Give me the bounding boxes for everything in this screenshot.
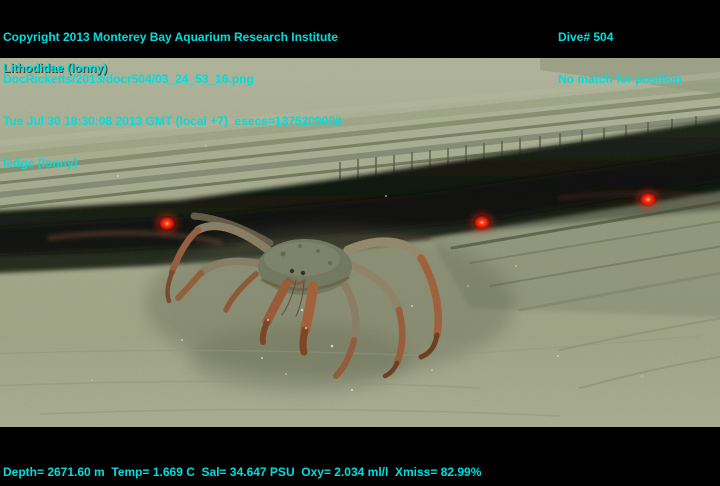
position-status: No match for position bbox=[558, 72, 682, 86]
timestamp-line: Tue Jul 30 18:30:08 2013 GMT (local +7) … bbox=[3, 114, 342, 128]
overlay-top-left: Copyright 2013 Monterey Bay Aquarium Res… bbox=[3, 2, 342, 198]
laser-dot bbox=[473, 215, 491, 230]
overlay-top-right: Dive# 504 No match for position bbox=[558, 2, 682, 114]
annotation-ledge: ledge (lonny) bbox=[3, 156, 342, 170]
laser-dot bbox=[158, 216, 176, 231]
dive-number: Dive# 504 bbox=[558, 30, 682, 44]
video-frame: Copyright 2013 Monterey Bay Aquarium Res… bbox=[0, 0, 720, 486]
annotation-lithodidae: Lithodidae (lonny) bbox=[3, 61, 107, 75]
copyright-line: Copyright 2013 Monterey Bay Aquarium Res… bbox=[3, 30, 342, 44]
laser-dot bbox=[639, 192, 657, 207]
telemetry-line: Depth= 2671.60 m Temp= 1.669 C Sal= 34.6… bbox=[3, 465, 481, 479]
